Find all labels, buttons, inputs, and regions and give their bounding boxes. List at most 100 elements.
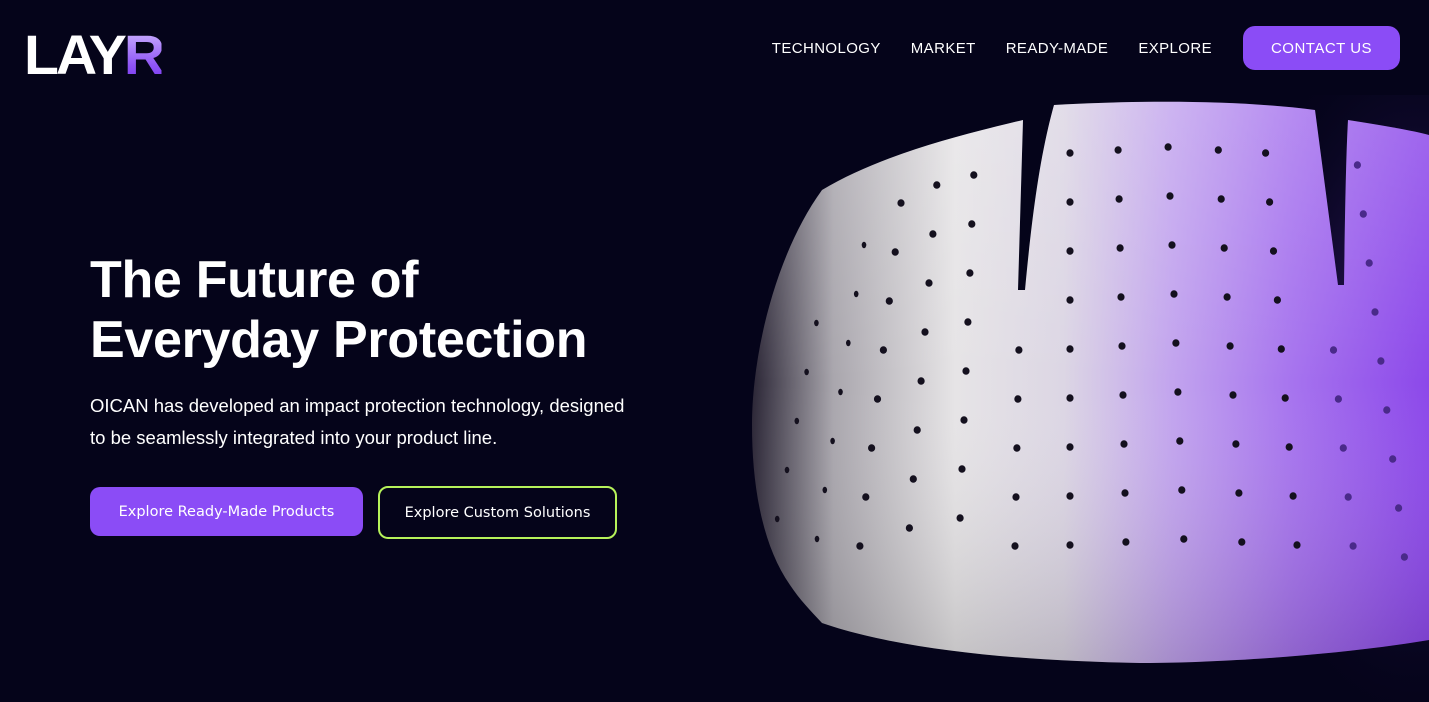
perforation-hole <box>838 388 843 396</box>
perforation-hole <box>822 486 828 494</box>
perforation-hole <box>1389 455 1397 463</box>
perforation-hole <box>1232 440 1240 448</box>
perforation-hole <box>1011 542 1019 550</box>
perforation-hole <box>1012 493 1020 501</box>
perforation-hole <box>1329 346 1338 354</box>
perforation-hole <box>1339 444 1347 452</box>
perforation-hole <box>1178 486 1186 494</box>
perforation-hole <box>1115 195 1123 203</box>
perforation-hole <box>1289 492 1297 500</box>
perforation-hole <box>964 318 972 326</box>
explore-ready-made-button[interactable]: Explore Ready-Made Products <box>90 487 363 536</box>
logo-accent-text: R <box>123 23 165 86</box>
top-navigation: TECHNOLOGY MARKET READY-MADE EXPLORE CON… <box>772 26 1400 70</box>
perforation-hole <box>1015 346 1023 354</box>
perforation-hole <box>1114 146 1122 154</box>
perforation-hole <box>891 248 899 256</box>
perforation-hole <box>1229 391 1237 399</box>
perforation-hole <box>1066 198 1074 206</box>
perforation-hole <box>1164 143 1172 151</box>
perforation-hole <box>1118 342 1126 350</box>
hero-title-line1: The Future of <box>90 251 419 309</box>
perforation-hole <box>966 269 974 277</box>
perforation-hole <box>862 493 870 501</box>
perforation-hole <box>929 230 937 238</box>
perforation-hole <box>830 437 835 445</box>
perforation-hole <box>1170 290 1178 298</box>
perforation-hole <box>1377 357 1385 365</box>
perforation-hole <box>1066 541 1074 549</box>
hero-title-line2: Everyday Protection <box>90 311 588 369</box>
nav-explore[interactable]: EXPLORE <box>1138 40 1212 57</box>
perforation-hole <box>1281 394 1289 402</box>
logo-main-text: LAY <box>24 23 127 86</box>
perforation-hole <box>1359 210 1367 218</box>
hero-subtitle-line1: OICAN has developed an impact protection… <box>90 395 625 416</box>
perforation-hole <box>1223 293 1231 301</box>
perforation-hole <box>1395 504 1403 512</box>
perforation-hole <box>1120 440 1128 448</box>
hero-subtitle-line2: to be seamlessly integrated into your pr… <box>90 427 498 448</box>
perforation-hole <box>1217 195 1225 203</box>
perforation-hole <box>1238 538 1246 546</box>
perforation-hole <box>814 535 820 543</box>
perforation-hole <box>1334 395 1342 403</box>
perforation-hole <box>917 377 925 385</box>
helmet-liner-image <box>740 95 1429 702</box>
perforation-hole <box>1119 391 1127 399</box>
perforation-hole <box>1122 538 1130 546</box>
perforation-hole <box>1066 296 1074 304</box>
perforation-hole <box>1277 345 1285 353</box>
perforation-hole <box>933 181 941 189</box>
hero-subtitle: OICAN has developed an impact protection… <box>90 390 670 454</box>
nav-technology[interactable]: TECHNOLOGY <box>772 40 881 57</box>
hero-title: The Future of Everyday Protection <box>90 250 690 370</box>
perforation-hole <box>1273 296 1281 304</box>
perforation-hole <box>925 279 933 287</box>
perforation-hole <box>1214 146 1222 154</box>
perforation-hole <box>1066 149 1074 157</box>
perforation-hole <box>879 346 887 354</box>
nav-market[interactable]: MARKET <box>911 40 976 57</box>
perforation-hole <box>1013 444 1021 452</box>
perforation-hole <box>1226 342 1234 350</box>
perforation-hole <box>1353 161 1361 169</box>
perforation-hole <box>1383 406 1391 414</box>
contact-us-button[interactable]: CONTACT US <box>1243 26 1400 70</box>
perforation-hole <box>905 524 913 532</box>
perforation-hole <box>1066 345 1074 353</box>
perforation-hole <box>970 171 978 179</box>
perforation-hole <box>804 368 809 376</box>
perforation-hole <box>794 417 800 425</box>
perforation-hole <box>897 199 905 207</box>
perforation-hole <box>1293 541 1301 549</box>
perforation-hole <box>1400 553 1408 561</box>
perforation-hole <box>1066 443 1074 451</box>
perforation-hole <box>861 241 867 249</box>
perforation-hole <box>960 416 968 424</box>
perforation-hole <box>846 339 851 347</box>
perforation-hole <box>1066 492 1074 500</box>
perforation-hole <box>1116 244 1124 252</box>
perforation-hole <box>956 514 964 522</box>
perforation-hole <box>814 319 819 327</box>
nav-ready-made[interactable]: READY-MADE <box>1006 40 1109 57</box>
perforation-hole <box>962 367 970 375</box>
explore-custom-solutions-button[interactable]: Explore Custom Solutions <box>378 486 617 539</box>
perforation-hole <box>1066 394 1074 402</box>
perforation-hole <box>1166 192 1174 200</box>
perforation-hole <box>1262 149 1270 157</box>
perforation-hole <box>1117 293 1125 301</box>
perforation-hole <box>1066 247 1074 255</box>
perforation-hole <box>1014 395 1022 403</box>
perforation-hole <box>1371 308 1379 316</box>
perforation-hole <box>1235 489 1243 497</box>
perforation-hole <box>856 542 864 550</box>
perforation-hole <box>1285 443 1293 451</box>
perforation-hole <box>921 328 929 336</box>
perforation-hole <box>1220 244 1228 252</box>
perforation-hole <box>958 465 966 473</box>
layr-logo[interactable]: LAY R <box>24 23 165 86</box>
perforation-hole <box>1180 535 1188 543</box>
perforation-hole <box>1344 493 1352 501</box>
